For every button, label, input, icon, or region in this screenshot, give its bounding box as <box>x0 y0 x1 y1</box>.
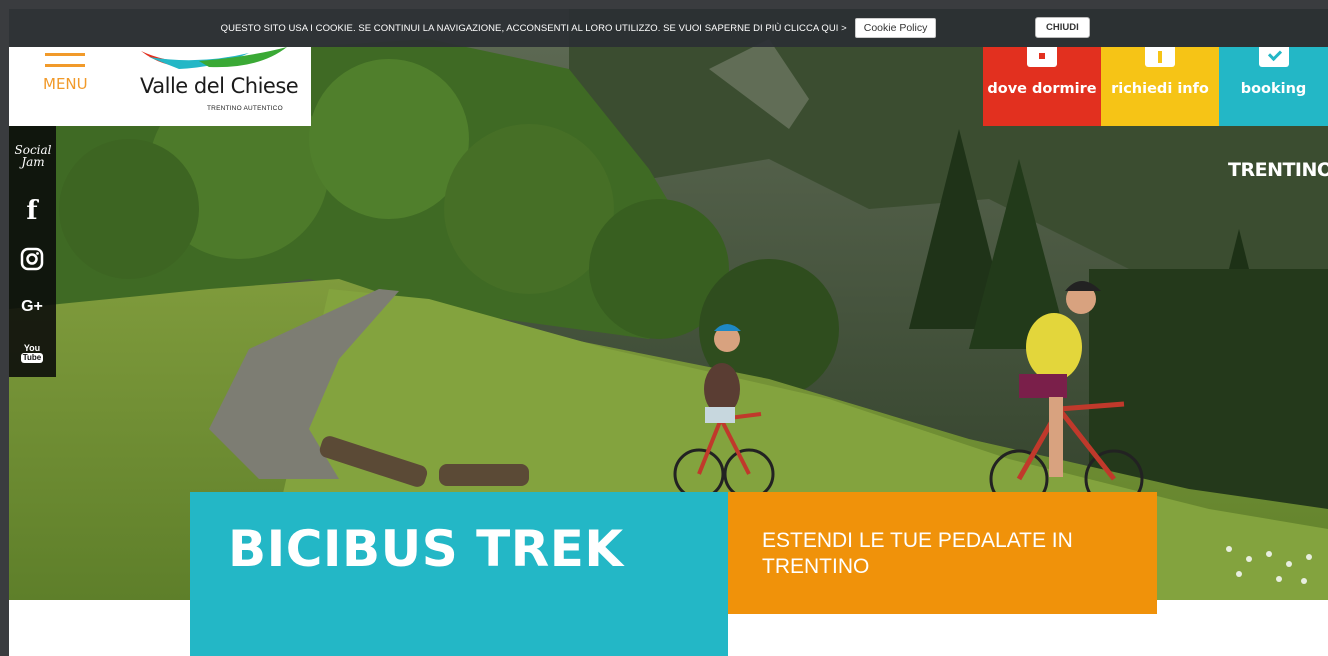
youtube-glyph-top: You <box>23 342 41 353</box>
menu-button[interactable]: MENU <box>43 53 88 93</box>
instagram-icon[interactable] <box>17 244 47 274</box>
hamburger-icon <box>45 53 85 67</box>
page-subtitle: ESTENDI LE TUE PEDALATE IN TRENTINO <box>762 529 1073 578</box>
hero-subtitle-panel: ESTENDI LE TUE PEDALATE IN TRENTINO <box>728 492 1157 614</box>
menu-label: MENU <box>43 75 88 93</box>
cookie-policy-button[interactable]: Cookie Policy <box>854 18 937 38</box>
dove-dormire-button[interactable]: dove dormire <box>983 47 1101 126</box>
logo-swoosh-icon <box>141 47 287 69</box>
richiedi-info-button[interactable]: richiedi info <box>1101 47 1219 126</box>
cookie-close-button[interactable]: CHIUDI <box>1035 17 1090 38</box>
richiedi-info-label: richiedi info <box>1111 81 1209 97</box>
booking-label: booking <box>1240 81 1307 97</box>
google-plus-icon[interactable]: G+ <box>17 292 47 322</box>
site-header-logo-area: MENU Valle del Chiese TRENTINO AUTENTICO <box>9 47 311 126</box>
checkmark-icon <box>1259 47 1289 67</box>
page-title: BICIBUS TREK <box>228 520 624 578</box>
youtube-glyph-bottom: Tube <box>20 352 44 363</box>
social-jam-logo: Social Jam <box>14 143 52 169</box>
social-sidebar: Social Jam f G+ You Tube <box>9 126 56 377</box>
dove-dormire-label: dove dormire <box>987 81 1097 97</box>
logo-subtitle: TRENTINO AUTENTICO <box>207 105 283 112</box>
facebook-icon[interactable]: f <box>17 196 47 226</box>
logo-title[interactable]: Valle del Chiese <box>140 74 299 98</box>
cookie-message: QUESTO SITO USA I COOKIE. SE CONTINUI LA… <box>220 22 847 34</box>
hero-title-panel: BICIBUS TREK <box>190 492 728 656</box>
browser-viewport: QUESTO SITO USA I COOKIE. SE CONTINUI LA… <box>9 9 1328 656</box>
youtube-icon[interactable]: You Tube <box>17 338 47 368</box>
cookie-banner: QUESTO SITO USA I COOKIE. SE CONTINUI LA… <box>9 9 1328 47</box>
bed-icon <box>1027 47 1057 67</box>
info-icon <box>1145 47 1175 67</box>
booking-button[interactable]: booking <box>1219 47 1328 126</box>
trentino-logo[interactable]: TRENTINO <box>1228 159 1328 181</box>
